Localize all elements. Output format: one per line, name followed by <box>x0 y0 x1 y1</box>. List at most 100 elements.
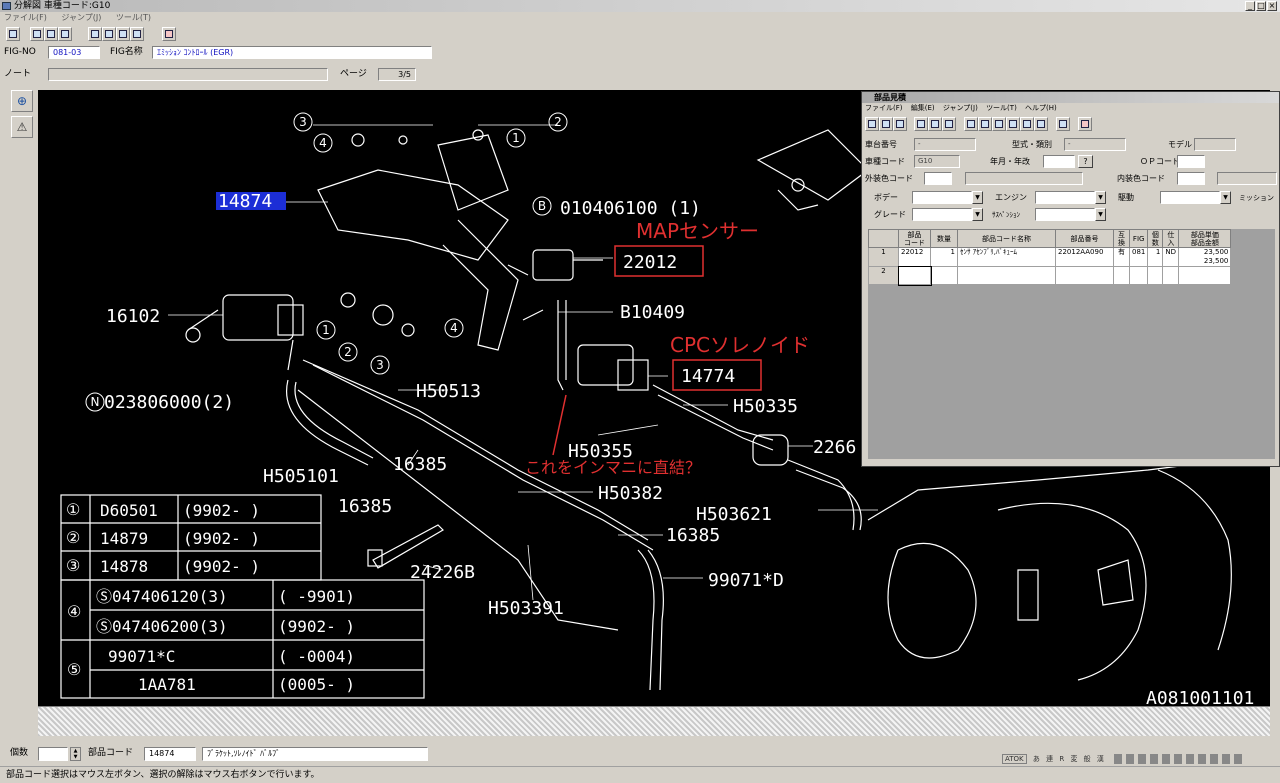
print-icon[interactable] <box>6 27 20 41</box>
ime-mode[interactable]: R <box>1059 755 1064 763</box>
drive-dropdown[interactable]: ▼ <box>1220 191 1231 204</box>
grade-dropdown[interactable]: ▼ <box>972 208 983 221</box>
callout-22012[interactable]: 22012 <box>623 252 677 273</box>
callout-16102[interactable]: 16102 <box>106 306 160 327</box>
body-select[interactable] <box>912 191 972 204</box>
popup-menu-file[interactable]: ファイル(F) <box>865 104 903 112</box>
atok-indicator[interactable]: ATOK <box>1002 754 1027 764</box>
first-page-icon[interactable] <box>88 27 102 41</box>
close-button[interactable]: × <box>1267 1 1277 11</box>
image-icon[interactable] <box>942 117 956 131</box>
figname-field[interactable]: ｴﾐｯｼｮﾝ ｺﾝﾄﾛｰﾙ (EGR) <box>152 46 432 59</box>
svg-text:2: 2 <box>344 345 352 359</box>
year-field[interactable] <box>1043 155 1075 168</box>
qty-spinner[interactable]: ▲ ▼ <box>70 747 81 761</box>
callout-14774[interactable]: 14774 <box>681 366 735 387</box>
chassis-field[interactable]: - <box>914 138 976 151</box>
cell-partno: 22012AA090 <box>1055 247 1114 267</box>
callout-010406100[interactable]: 010406100 (1) <box>560 198 701 219</box>
table-row[interactable]: 2 <box>868 265 1232 286</box>
warning-icon[interactable]: ⚠ <box>11 116 33 138</box>
prev-page-icon[interactable] <box>102 27 116 41</box>
callout-H503621[interactable]: H503621 <box>696 504 772 525</box>
callout-24226B[interactable]: 24226B <box>410 562 475 583</box>
popup-menu-edit[interactable]: 編集(E) <box>911 104 935 112</box>
engine-select[interactable] <box>1035 191 1095 204</box>
check-icon[interactable] <box>914 117 928 131</box>
exit-icon[interactable] <box>1078 117 1092 131</box>
callout-16385-b[interactable]: 16385 <box>338 496 392 517</box>
ime-mode[interactable]: 漢 <box>1097 755 1104 763</box>
engine-dropdown[interactable]: ▼ <box>1095 191 1106 204</box>
zoom-in-icon[interactable]: ⊕ <box>11 90 33 112</box>
callout-H50335[interactable]: H50335 <box>733 396 798 417</box>
page-icon[interactable] <box>30 27 44 41</box>
save-icon[interactable] <box>879 117 893 131</box>
ime-mode[interactable]: あ <box>1033 755 1040 763</box>
callout-2266[interactable]: 2266 <box>813 437 856 458</box>
figno-field[interactable]: 081-03 <box>48 46 100 59</box>
callout-16385-c[interactable]: 16385 <box>666 525 720 546</box>
grid-icon[interactable] <box>978 117 992 131</box>
callout-99071D[interactable]: 99071*D <box>708 570 784 591</box>
model-type-field[interactable]: - <box>1064 138 1126 151</box>
cell-qty[interactable] <box>930 266 958 285</box>
minimize-button[interactable]: _ <box>1245 1 1255 11</box>
open-icon[interactable] <box>865 117 879 131</box>
year-query-button[interactable]: ? <box>1078 155 1093 168</box>
callout-023806000[interactable]: 023806000(2) <box>104 392 234 413</box>
cell-compat[interactable] <box>1113 266 1130 285</box>
popup-menu-jump[interactable]: ジャンプ(J) <box>943 104 978 112</box>
calc-icon[interactable] <box>928 117 942 131</box>
parts-estimate-window[interactable]: 部品見積 ファイル(F) 編集(E) ジャンプ(J) ツール(T) ヘルプ(H)… <box>861 91 1280 467</box>
body-label: ボデー <box>874 193 898 202</box>
menu-jump[interactable]: ジャンプ(J) <box>61 13 101 22</box>
list-icon[interactable] <box>992 117 1006 131</box>
grade-select[interactable] <box>912 208 972 221</box>
menu-tool[interactable]: ツール(T) <box>116 13 151 22</box>
callout-H50382[interactable]: H50382 <box>598 483 663 504</box>
print-icon[interactable] <box>893 117 907 131</box>
people-icon[interactable] <box>1006 117 1020 131</box>
ime-mode[interactable]: 般 <box>1084 755 1091 763</box>
last-page-icon[interactable] <box>130 27 144 41</box>
int-color-field[interactable] <box>1177 172 1205 185</box>
car-code-field[interactable]: G10 <box>914 155 960 168</box>
table-row[interactable]: 1 22012 1 ｾﾝｻ ｱｾﾝﾌﾞﾘ,ﾊﾞｷｭｰﾑ 22012AA090 有… <box>868 247 1232 267</box>
callout-16385-a[interactable]: 16385 <box>393 454 447 475</box>
popup-menu-help[interactable]: ヘルプ(H) <box>1025 104 1057 112</box>
body-dropdown[interactable]: ▼ <box>972 191 983 204</box>
maximize-button[interactable]: □ <box>1256 1 1266 11</box>
exit-icon[interactable] <box>162 27 176 41</box>
ime-mode[interactable]: 変 <box>1070 755 1077 763</box>
suspension-dropdown[interactable]: ▼ <box>1095 208 1106 221</box>
cell-qty[interactable]: 1 <box>930 247 958 267</box>
user-icon[interactable] <box>964 117 978 131</box>
ime-mode[interactable]: 連 <box>1046 755 1053 763</box>
partcode-input[interactable]: 14874 <box>144 747 196 761</box>
op-code-field[interactable] <box>1177 155 1205 168</box>
ext-color-field[interactable] <box>924 172 952 185</box>
window-icon[interactable] <box>1056 117 1070 131</box>
callout-H503391[interactable]: H503391 <box>488 598 564 619</box>
cell-code[interactable]: 22012 <box>898 247 931 267</box>
callout-H505101[interactable]: H505101 <box>263 466 339 487</box>
suspension-select[interactable] <box>1035 208 1095 221</box>
drive-select[interactable] <box>1160 191 1220 204</box>
tray-icons[interactable] <box>1114 754 1245 764</box>
paste-icon[interactable] <box>58 27 72 41</box>
book-icon[interactable] <box>1020 117 1034 131</box>
cell-code[interactable] <box>897 265 932 286</box>
callout-B10409[interactable]: B10409 <box>620 302 685 323</box>
qty-input[interactable] <box>38 747 68 761</box>
legend-range: (0005- ) <box>278 675 355 694</box>
callout-H50513[interactable]: H50513 <box>416 381 481 402</box>
popup-menu-tool[interactable]: ツール(T) <box>986 104 1017 112</box>
next-page-icon[interactable] <box>116 27 130 41</box>
help-icon[interactable] <box>1034 117 1048 131</box>
copy-icon[interactable] <box>44 27 58 41</box>
model-field[interactable] <box>1194 138 1236 151</box>
cell-compat[interactable]: 有 <box>1113 247 1130 267</box>
callout-14874[interactable]: 14874 <box>218 191 272 212</box>
menu-file[interactable]: ファイル(F) <box>4 13 47 22</box>
